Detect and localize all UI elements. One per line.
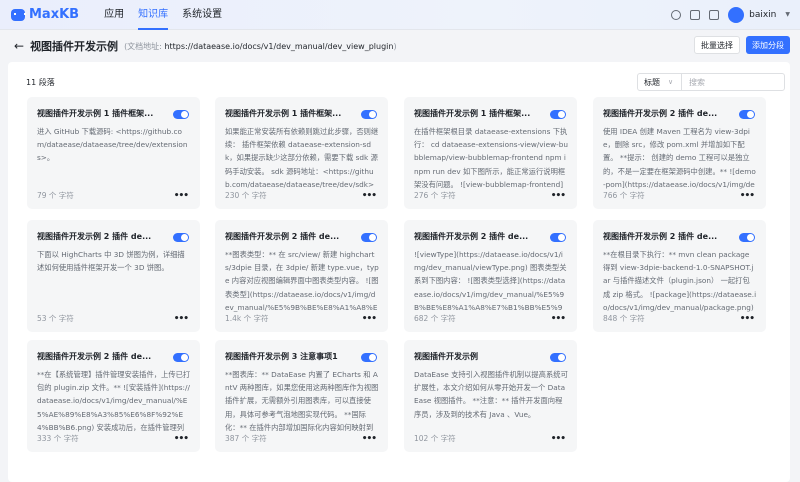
more-icon[interactable]: ••• [740,314,755,324]
enable-toggle[interactable] [173,233,189,242]
char-count: 333 个 字符 [37,434,79,443]
doc-address: (文档地址: https://dataease.io/docs/v1/dev_m… [124,41,397,52]
enable-toggle[interactable] [550,110,566,119]
enable-toggle[interactable] [361,353,377,362]
chevron-down-icon: ∨ [668,78,674,86]
enable-toggle[interactable] [739,233,755,242]
segment-card[interactable]: 视图插件开发示例 3 注意事项1 **图表库：** DataEase 内置了 E… [215,340,388,452]
card-content: **图表库：** DataEase 内置了 ECharts 和 AntV 两种图… [225,370,379,432]
doc-label: (文档地址: [124,41,162,51]
user-name[interactable]: baixin [749,10,776,20]
more-icon[interactable]: ••• [362,434,377,444]
card-title: 视图插件开发示例 2 插件 de... [37,232,152,241]
char-count: 848 个 字符 [603,314,645,323]
more-icon[interactable]: ••• [174,314,189,324]
logo-text: MaxKB [29,7,80,22]
card-title: 视图插件开发示例 2 插件 de... [603,109,718,118]
segment-card[interactable]: 视图插件开发示例 2 插件 de... 使用 IDEA 创建 Maven 工程名… [593,97,766,209]
more-icon[interactable]: ••• [551,434,566,444]
nav-apps[interactable]: 应用 [104,0,124,30]
batch-select-button[interactable]: 批量选择 [694,36,740,54]
enable-toggle[interactable] [550,353,566,362]
card-content: 在插件框架根目录 dataease-extensions 下执行： cd dat… [414,127,568,189]
card-content: **图表类型：** 在 src/view/ 新建 highcharts/3dpi… [225,250,379,312]
char-count: 387 个 字符 [225,434,267,443]
enable-toggle[interactable] [361,110,377,119]
logo-icon [11,8,26,21]
segment-card[interactable]: 视图插件开发示例 2 插件 de... **在根目录下执行：** mvn cle… [593,220,766,332]
more-icon[interactable]: ••• [551,191,566,201]
nav-knowledge[interactable]: 知识库 [138,0,169,30]
search-bar: 标题 ∨ 搜索 [637,73,785,91]
filter-select-value: 标题 [644,77,660,87]
segment-card[interactable]: 视图插件开发示例 2 插件 de... **图表类型：** 在 src/view… [215,220,388,332]
top-header: MaxKB 应用 知识库 系统设置 baixin ▼ [0,0,800,30]
card-content: ![viewType](https://dataease.io/docs/v1/… [414,250,567,312]
card-content: 下面以 HighCharts 中 3D 饼图为例，详细描述如何使用插件框架开发一… [37,250,185,273]
add-segment-button[interactable]: 添加分段 [746,36,790,54]
card-title: 视图插件开发示例 1 插件框架... [225,109,342,118]
nav-settings[interactable]: 系统设置 [182,0,222,30]
segment-card[interactable]: 视图插件开发示例 2 插件 de... **在【系统管理】插件管理安装插件，上传… [27,340,200,452]
search-input[interactable]: 搜索 [682,77,705,88]
book-icon[interactable] [690,9,701,20]
card-content: **在【系统管理】插件管理安装插件，上传已打包的 plugin.zip 文件。*… [37,370,191,432]
char-count: 1.4k 个 字符 [225,314,269,323]
char-count: 766 个 字符 [603,191,645,200]
github-icon[interactable] [671,9,682,20]
segment-card[interactable]: 视图插件开发示例 2 插件 de... 下面以 HighCharts 中 3D … [27,220,200,332]
char-count: 102 个 字符 [414,434,456,443]
char-count: 230 个 字符 [225,191,267,200]
segment-card[interactable]: 视图插件开发示例 DataEase 支持引入视图插件机制以提高系统可扩展性，本文… [404,340,577,452]
doc-url[interactable]: https://dataease.io/docs/v1/dev_manual/d… [164,42,393,51]
page-title: 视图插件开发示例 [30,40,119,53]
main-nav: 应用 知识库 系统设置 [104,0,236,30]
card-content: 如果能正常安装所有依赖则跳过此步骤，否则继续： 插件框架依赖 dataease-… [225,127,379,189]
card-content: **在根目录下执行：** mvn clean package 得到 view-3… [603,250,757,312]
chevron-down-icon[interactable]: ▼ [785,11,790,18]
segment-card[interactable]: 视图插件开发示例 2 插件 de... ![viewType](https://… [404,220,577,332]
card-title: 视图插件开发示例 2 插件 de... [37,352,152,361]
segment-card[interactable]: 视图插件开发示例 1 插件框架... 在插件框架根目录 dataease-ext… [404,97,577,209]
card-title: 视图插件开发示例 2 插件 de... [603,232,718,241]
more-icon[interactable]: ••• [740,191,755,201]
char-count: 79 个 字符 [37,191,74,200]
enable-toggle[interactable] [361,233,377,242]
more-icon[interactable]: ••• [551,314,566,324]
char-count: 682 个 字符 [414,314,456,323]
card-title: 视图插件开发示例 1 插件框架... [37,109,154,118]
card-title: 视图插件开发示例 [414,352,478,361]
card-content: DataEase 支持引入视图插件机制以提高系统可扩展性，本文介绍如何从零开始开… [414,370,568,419]
card-content: 进入 GitHub 下载源码: <https://github.com/data… [37,127,188,163]
enable-toggle[interactable] [550,233,566,242]
avatar[interactable] [728,6,745,23]
card-title: 视图插件开发示例 2 插件 de... [225,232,340,241]
logo[interactable]: MaxKB [11,7,79,22]
more-icon[interactable]: ••• [174,191,189,201]
help-icon[interactable] [709,9,720,20]
more-icon[interactable]: ••• [174,434,189,444]
card-title: 视图插件开发示例 3 注意事项1 [225,352,338,361]
enable-toggle[interactable] [173,110,189,119]
filter-select[interactable]: 标题 ∨ [638,74,682,90]
char-count: 276 个 字符 [414,191,456,200]
more-icon[interactable]: ••• [362,191,377,201]
card-content: 使用 IDEA 创建 Maven 工程名为 view-3dpie，删除 src，… [603,127,756,189]
card-title: 视图插件开发示例 1 插件框架... [414,109,531,118]
enable-toggle[interactable] [739,110,755,119]
segment-card[interactable]: 视图插件开发示例 1 插件框架... 进入 GitHub 下载源码: <http… [27,97,200,209]
doc-close: ) [393,41,397,51]
more-icon[interactable]: ••• [362,314,377,324]
segment-count: 11 段落 [26,78,55,87]
segment-card[interactable]: 视图插件开发示例 1 插件框架... 如果能正常安装所有依赖则跳过此步骤，否则继… [215,97,388,209]
back-arrow-icon[interactable]: ← [14,39,24,53]
enable-toggle[interactable] [173,353,189,362]
char-count: 53 个 字符 [37,314,74,323]
card-title: 视图插件开发示例 2 插件 de... [414,232,529,241]
